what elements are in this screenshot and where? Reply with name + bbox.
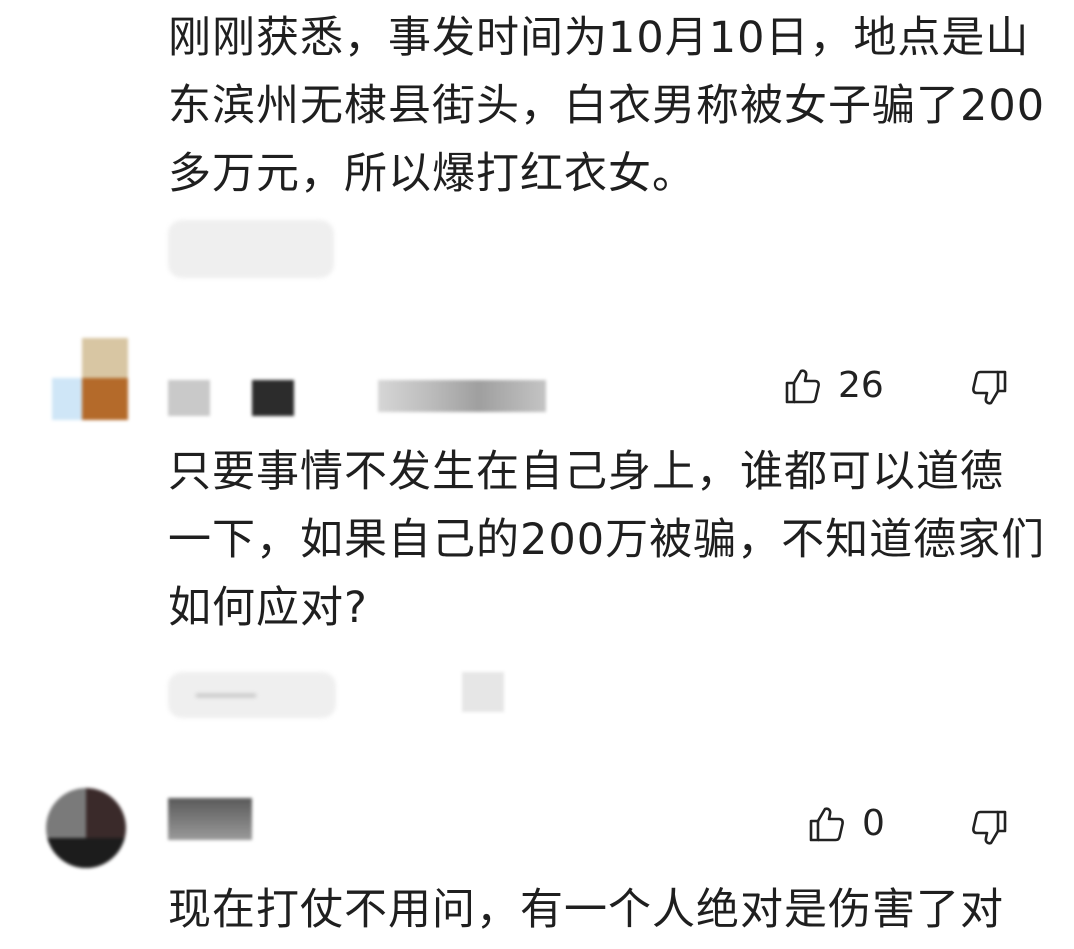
username-blurred[interactable] xyxy=(168,798,252,840)
comment-1-line: 多万元，所以爆打红衣女。 xyxy=(168,149,696,199)
dislike-button[interactable] xyxy=(970,808,1010,848)
username-blurred[interactable] xyxy=(168,380,210,416)
thumbs-up-icon xyxy=(785,369,820,404)
like-button[interactable]: 26 xyxy=(782,366,884,406)
avatar[interactable] xyxy=(46,788,126,868)
comment-1-body: 刚刚获悉，事发时间为10月10日，地点是山 东滨州无棣县街头，白衣男称被女子骗了… xyxy=(168,4,1045,208)
comment-1-line: 刚刚获悉，事发时间为10月10日，地点是山 xyxy=(168,13,1030,63)
comment-2-line: 一下，如果自己的200万被骗，不知道德家们 xyxy=(168,515,1046,565)
comment-2-meta-blurred xyxy=(462,672,504,712)
comment-2-line: 只要事情不发生在自己身上，谁都可以道德 xyxy=(168,447,1004,497)
thumbs-down-icon xyxy=(972,810,1007,845)
comment-3-line: 现在打仗不用问，有一个人绝对是伤害了对 xyxy=(168,885,1004,935)
comment-2-line: 如何应对? xyxy=(168,583,368,633)
comment-2-body: 只要事情不发生在自己身上，谁都可以道德 一下，如果自己的200万被骗，不知道德家… xyxy=(168,438,1045,642)
like-button[interactable]: 0 xyxy=(806,804,885,844)
comments-page: 刚刚获悉，事发时间为10月10日，地点是山 东滨州无棣县街头，白衣男称被女子骗了… xyxy=(0,0,1074,949)
dislike-button[interactable] xyxy=(970,368,1010,408)
like-count: 26 xyxy=(838,365,884,406)
username-blurred[interactable] xyxy=(378,380,546,412)
comment-3-body: 现在打仗不用问，有一个人绝对是伤害了对 xyxy=(168,876,1004,944)
like-count: 0 xyxy=(862,803,885,844)
thumbs-up-icon xyxy=(809,807,844,842)
username-blurred[interactable] xyxy=(252,380,294,416)
comment-2-meta-blurred xyxy=(168,672,336,718)
comment-1-meta-blurred xyxy=(168,220,334,278)
avatar[interactable] xyxy=(52,338,128,420)
comment-1-line: 东滨州无棣县街头，白衣男称被女子骗了200 xyxy=(168,81,1046,131)
thumbs-down-icon xyxy=(972,370,1007,405)
